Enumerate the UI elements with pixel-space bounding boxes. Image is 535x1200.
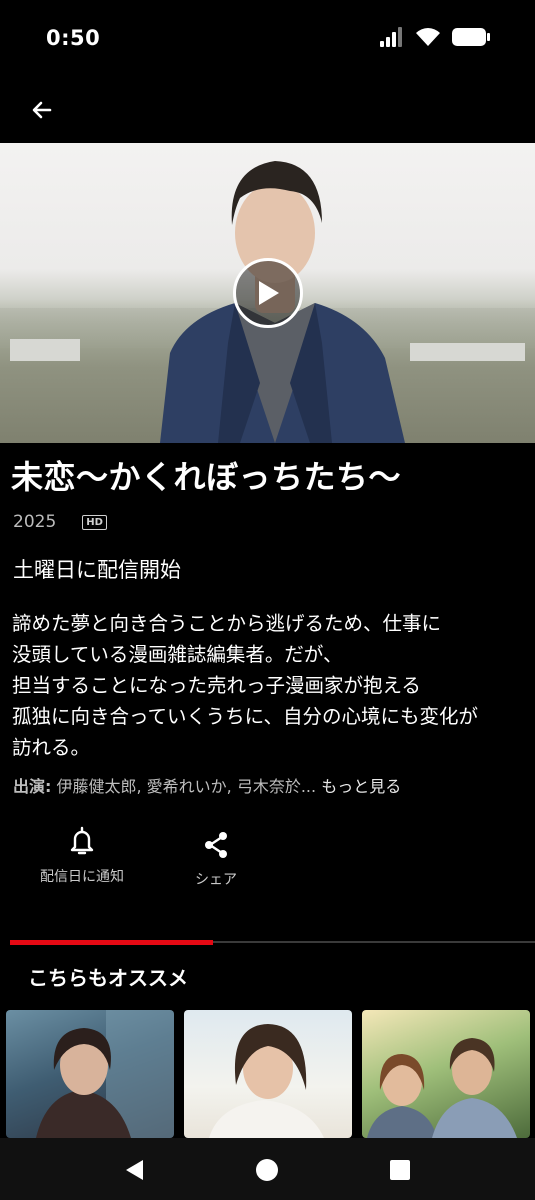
nav-back-button[interactable] [120,1156,148,1184]
recommendation-thumbnail [36,1010,174,1138]
status-bar: 0:50 [0,0,535,78]
share-label: シェア [195,872,237,888]
recommendations-row [0,1010,535,1138]
recommendation-thumbnail [209,1024,324,1138]
synopsis-line: 没頭している漫画雑誌編集者。だが、 [12,643,343,666]
arrow-left-icon [32,101,52,119]
nav-home-button[interactable] [253,1156,281,1184]
circle-home-icon [256,1159,278,1181]
signal-icon [380,27,402,47]
hero-image [0,143,535,443]
synopsis-line: 孤独に向き合っていくうちに、自分の心境にも変化が [12,705,479,728]
bell-icon [70,826,94,855]
tab-indicator [10,940,213,945]
wifi-icon [416,28,440,46]
release-year: 2025 [13,512,57,532]
hero-background-building [410,343,525,361]
release-note: 土曜日に配信開始 [13,558,181,582]
tab-recommendations[interactable]: こちらもオススメ [28,962,188,991]
recommendation-card[interactable] [184,1010,352,1138]
back-button[interactable] [22,90,62,130]
cast-label: 出演: [13,777,52,796]
recommendation-thumbnail [367,1038,517,1138]
synopsis-line: 訪れる。 [12,736,91,759]
recommendation-card[interactable] [6,1010,174,1138]
square-recents-icon [390,1160,410,1180]
notify-button[interactable]: 配信日に通知 [36,826,128,886]
synopsis-line: 諦めた夢と向き合うことから逃げるため、仕事に [12,612,442,635]
hero-background-building [10,339,80,361]
play-icon [259,281,279,305]
cast-line: 出演: 伊藤健太郎, 愛希れいか, 弓木奈於... もっと見る [13,773,401,797]
synopsis: 諦めた夢と向き合うことから逃げるため、仕事に 没頭している漫画雑誌編集者。だが、… [12,608,527,763]
cast-names: 伊藤健太郎, 愛希れいか, 弓木奈於... [51,777,317,796]
system-nav-bar [0,1138,535,1200]
recommendation-card[interactable] [362,1010,530,1138]
synopsis-line: 担当することになった売れっ子漫画家が抱える [12,674,421,697]
play-button[interactable] [233,258,303,328]
cast-more-link[interactable]: もっと見る [316,777,401,796]
notify-label: 配信日に通知 [40,869,124,885]
status-icons [379,27,491,47]
share-button[interactable]: シェア [186,831,246,889]
meta-row: 2025 HD [13,512,107,532]
top-app-bar [0,84,535,136]
status-time: 0:50 [46,26,101,50]
hd-badge: HD [82,514,107,530]
show-title: 未恋〜かくれぼっちたち〜 [11,458,402,496]
battery-icon [452,28,490,46]
share-icon [205,832,227,858]
triangle-back-icon [126,1160,143,1180]
nav-recents-button[interactable] [386,1156,414,1184]
